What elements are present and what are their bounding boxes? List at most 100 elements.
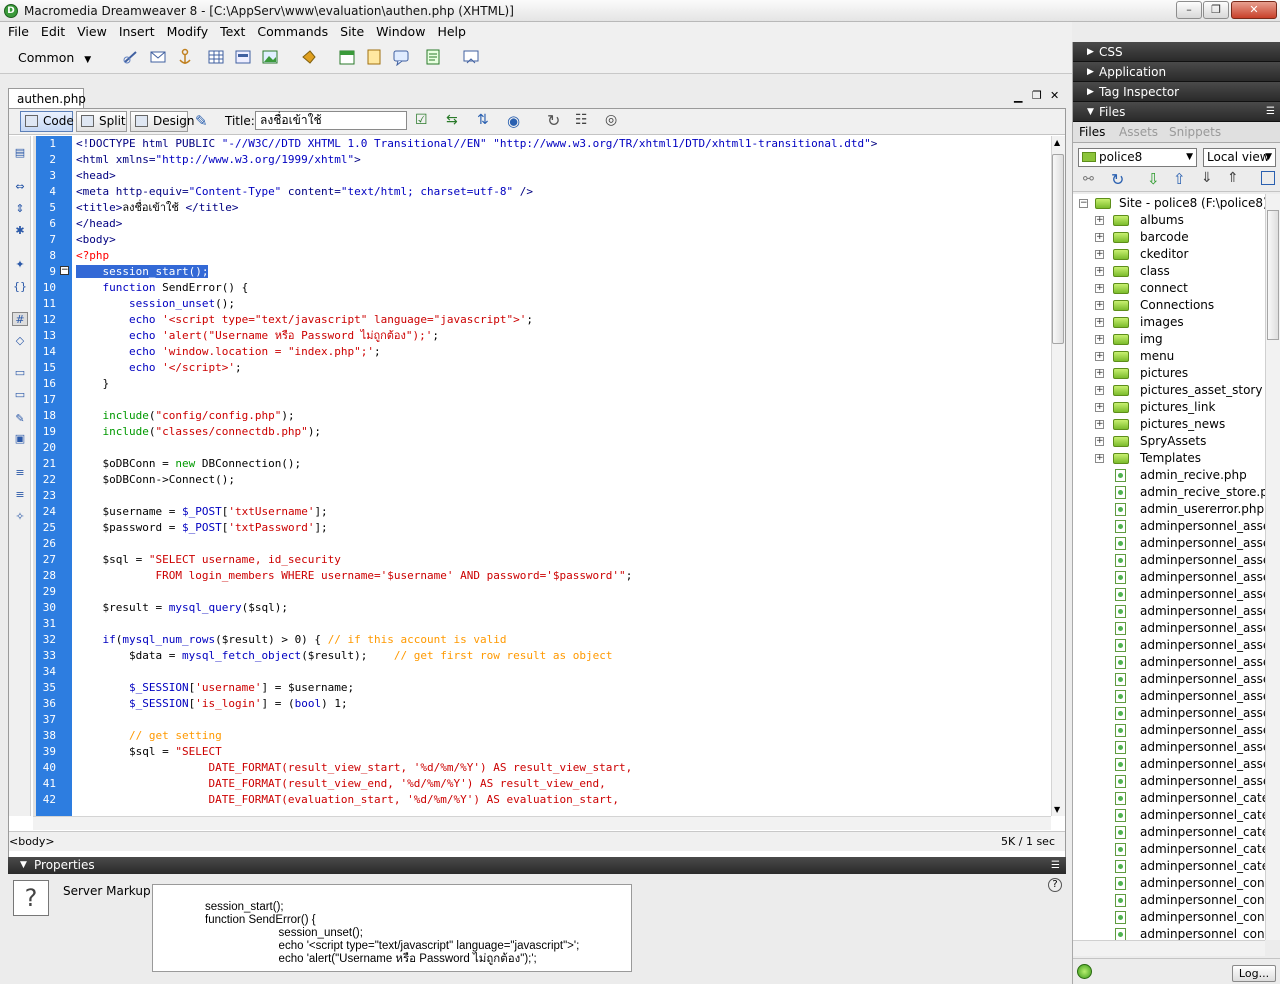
menu-view[interactable]: View — [71, 22, 113, 42]
collapse-selection-icon[interactable]: ⇕ — [12, 202, 28, 216]
visual-aids-icon[interactable]: ◎ — [605, 112, 617, 128]
code-line[interactable]: $sql = "SELECT username, id_security — [76, 552, 340, 568]
get-files-icon[interactable]: ⇩ — [1147, 170, 1160, 188]
media-icon[interactable] — [300, 48, 318, 66]
code-line[interactable]: $_SESSION['is_login'] = (bool) 1; — [76, 696, 348, 712]
doc-restore-icon[interactable]: ❐ — [1032, 89, 1042, 102]
code-line[interactable]: $data = mysql_fetch_object($result); // … — [76, 648, 612, 664]
scroll-up-icon[interactable]: ▲ — [1054, 138, 1060, 147]
document-tab[interactable]: authen.php — [8, 88, 86, 109]
code-line[interactable]: echo '<script type="text/javascript" lan… — [76, 312, 533, 328]
server-markup-code[interactable]: session_start(); function SendError() { s… — [152, 884, 632, 972]
expand-panel-icon[interactable] — [1261, 171, 1275, 185]
date-icon[interactable] — [338, 48, 356, 66]
collapse-tag-icon[interactable]: ⇔ — [12, 180, 28, 194]
menu-edit[interactable]: Edit — [35, 22, 71, 42]
recent-snippets-icon[interactable]: ▣ — [12, 432, 28, 446]
expand-all-icon[interactable]: ✱ — [12, 224, 28, 238]
doc-close-icon[interactable]: ✕ — [1050, 89, 1059, 102]
scroll-thumb[interactable] — [1052, 154, 1064, 344]
code-line[interactable]: $password = $_POST['txtPassword']; — [76, 520, 327, 536]
menu-help[interactable]: Help — [431, 22, 472, 42]
expand-icon[interactable]: + — [1095, 420, 1104, 429]
balance-braces-icon[interactable]: {} — [12, 280, 28, 294]
no-browser-check-icon[interactable]: ☑ — [415, 112, 428, 128]
expand-icon[interactable]: + — [1095, 284, 1104, 293]
table-icon[interactable] — [207, 48, 225, 66]
code-line[interactable]: include("config/config.php"); — [76, 408, 295, 424]
expand-icon[interactable]: + — [1095, 301, 1104, 310]
comment-icon[interactable] — [392, 48, 410, 67]
help-icon[interactable]: ? — [1048, 878, 1062, 892]
hyperlink-icon[interactable] — [122, 48, 140, 66]
menu-file[interactable]: File — [2, 22, 35, 42]
templates-icon[interactable] — [424, 48, 442, 66]
apply-comment-icon[interactable]: ▭ — [12, 366, 28, 380]
tab-assets[interactable]: Assets — [1119, 125, 1158, 139]
menu-text[interactable]: Text — [214, 22, 251, 42]
code-line[interactable]: DATE_FORMAT(evaluation_start, '%d/%m/%Y'… — [76, 792, 619, 808]
css-panel-header[interactable]: ▶ CSS — [1073, 42, 1280, 62]
code-line[interactable]: if(mysql_num_rows($result) > 0) { // if … — [76, 632, 507, 648]
code-line[interactable]: session_start(); — [76, 264, 209, 280]
refresh-design-icon[interactable]: ↻ — [547, 111, 560, 130]
expand-icon[interactable]: + — [1095, 369, 1104, 378]
expand-icon[interactable]: + — [1095, 233, 1104, 242]
code-line[interactable]: <!DOCTYPE html PUBLIC "-//W3C//DTD XHTML… — [76, 136, 877, 152]
document-title-input[interactable]: ลงชื่อเข้าใช้ — [255, 111, 407, 130]
preview-browser-icon[interactable]: ◉ — [507, 112, 520, 130]
check-in-icon[interactable]: ⇑ — [1227, 170, 1239, 186]
code-view-button[interactable]: Code — [20, 111, 74, 132]
site-select[interactable]: police8 ▼ — [1078, 148, 1197, 167]
expand-icon[interactable]: + — [1095, 403, 1104, 412]
code-line[interactable]: DATE_FORMAT(result_view_start, '%d/%m/%Y… — [76, 760, 632, 776]
design-view-button[interactable]: Design — [130, 111, 194, 132]
code-line[interactable]: <head> — [76, 168, 116, 184]
minimize-button[interactable]: – — [1176, 1, 1202, 19]
indent-icon[interactable]: ≡ — [12, 466, 28, 480]
tag-inspector-panel-header[interactable]: ▶ Tag Inspector — [1073, 82, 1280, 102]
expand-icon[interactable]: + — [1095, 386, 1104, 395]
code-line[interactable]: echo '</script>'; — [76, 360, 242, 376]
code-line[interactable]: } — [76, 376, 109, 392]
email-link-icon[interactable] — [149, 48, 167, 66]
code-line[interactable]: <body> — [76, 232, 116, 248]
menu-site[interactable]: Site — [334, 22, 370, 42]
image-icon[interactable] — [261, 48, 279, 66]
view-select[interactable]: Local view ▼ — [1203, 148, 1276, 167]
remove-comment-icon[interactable]: ▭ — [12, 388, 28, 402]
code-line[interactable]: $result = mysql_query($sql); — [76, 600, 287, 616]
open-documents-icon[interactable]: ▤ — [12, 146, 28, 160]
panel-options-icon[interactable]: ☰ — [1051, 857, 1060, 874]
code-line[interactable]: <meta http-equiv="Content-Type" content=… — [76, 184, 533, 200]
layer-icon[interactable] — [234, 48, 252, 66]
expand-icon[interactable]: + — [1095, 216, 1104, 225]
insert-category-select[interactable]: Common ▼ — [10, 48, 94, 68]
close-button[interactable]: ✕ — [1231, 1, 1277, 19]
expand-icon[interactable]: + — [1095, 352, 1104, 361]
server-side-include-icon[interactable] — [365, 48, 383, 66]
code-line[interactable]: FROM login_members WHERE username='$user… — [76, 568, 632, 584]
expand-icon[interactable]: + — [1095, 250, 1104, 259]
code-line[interactable]: echo 'window.location = "index.php";'; — [76, 344, 381, 360]
code-line[interactable]: <title>ลงชื่อเข้าใช้ </title> — [76, 200, 238, 216]
menu-insert[interactable]: Insert — [113, 22, 161, 42]
split-view-button[interactable]: Split — [76, 111, 127, 132]
expand-icon[interactable]: + — [1095, 437, 1104, 446]
highlight-invalid-icon[interactable]: ◇ — [12, 334, 28, 348]
code-line[interactable]: <html xmlns="http://www.w3.org/1999/xhtm… — [76, 152, 361, 168]
menu-modify[interactable]: Modify — [161, 22, 214, 42]
tab-files[interactable]: Files — [1079, 125, 1105, 139]
code-line[interactable]: $sql = "SELECT — [76, 744, 222, 760]
view-options-icon[interactable]: ☷ — [575, 112, 588, 128]
code-collapse-icon[interactable]: − — [60, 266, 69, 275]
tag-chooser-icon[interactable] — [462, 48, 480, 66]
scroll-thumb[interactable] — [1267, 210, 1279, 340]
doc-minimize-icon[interactable]: ▁ — [1014, 90, 1022, 103]
code-line[interactable]: // get setting — [76, 728, 222, 744]
format-source-icon[interactable]: ✧ — [12, 510, 28, 524]
debug-icon[interactable]: ⇅ — [477, 112, 489, 128]
maximize-button[interactable]: ❐ — [1203, 1, 1229, 19]
tab-snippets[interactable]: Snippets — [1169, 125, 1221, 139]
refresh-icon[interactable]: ↻ — [1111, 170, 1124, 189]
